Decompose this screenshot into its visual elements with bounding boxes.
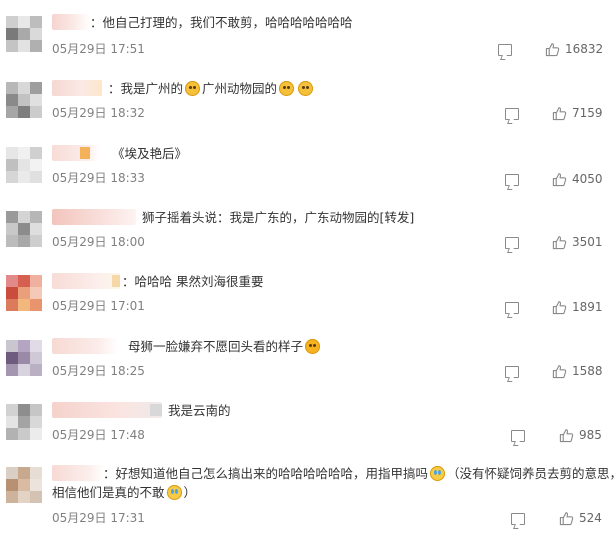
tears-of-joy-emoji [430, 466, 446, 481]
comment-time: 05月29日 17:48 [52, 428, 145, 442]
comment-text-line2: 相信他们是真的不敢 ） [52, 484, 196, 502]
like-button[interactable]: 4050 [552, 171, 603, 187]
like-button[interactable]: 7159 [552, 105, 603, 121]
comment-text: ：好想知道他自己怎么搞出来的哈哈哈哈哈哈，用指甲搞吗 （没有怀疑饲养员去剪的意思， [103, 465, 614, 483]
avatar[interactable] [6, 82, 42, 118]
like-button[interactable]: 16832 [545, 41, 603, 57]
comment-time: 05月29日 18:32 [52, 106, 145, 120]
username-blurred[interactable] [52, 209, 136, 225]
thumbs-up-icon [552, 172, 567, 186]
like-count: 524 [579, 511, 602, 525]
comment-icon[interactable] [505, 366, 519, 378]
username-blurred[interactable] [52, 402, 162, 418]
thumbs-up-icon [552, 364, 567, 378]
comment-icon[interactable] [505, 302, 519, 314]
like-count: 1588 [572, 364, 603, 378]
comment-time: 05月29日 17:31 [52, 511, 145, 525]
like-count: 4050 [572, 172, 603, 186]
comment-icon[interactable] [498, 44, 512, 56]
like-button[interactable]: 985 [559, 427, 602, 443]
comment-text-part: ：好想知道他自己怎么搞出来的哈哈哈哈哈哈，用指甲搞吗 [103, 466, 429, 481]
like-count: 985 [579, 428, 602, 442]
like-count: 3501 [572, 235, 603, 249]
comment-text-part: （没有怀疑饲养员去剪的意思， [447, 466, 614, 481]
username-blurred[interactable] [52, 80, 102, 96]
like-count: 1891 [572, 300, 603, 314]
comment-text: ：我是广州的 广州动物园的 [108, 80, 315, 98]
comment-icon[interactable] [511, 430, 525, 442]
dog-face-emoji [279, 81, 295, 96]
like-button[interactable]: 1891 [552, 299, 603, 315]
avatar[interactable] [6, 211, 42, 247]
comment-time: 05月29日 17:51 [52, 42, 145, 56]
comment-text: 《埃及艳后》 [112, 146, 188, 161]
comment-text-part: ） [183, 485, 197, 500]
like-button[interactable]: 3501 [552, 234, 603, 250]
thumbs-up-icon [552, 235, 567, 249]
dog-face-emoji [185, 81, 201, 96]
comment-icon[interactable] [505, 237, 519, 249]
comment-time: 05月29日 18:00 [52, 235, 145, 249]
avatar[interactable] [6, 404, 42, 440]
comment-text: ：哈哈哈 果然刘海很重要 [122, 274, 264, 289]
comment-time: 05月29日 17:01 [52, 299, 145, 313]
thumbs-up-icon [559, 428, 574, 442]
comment-text-part: ：我是广州的 [108, 81, 184, 96]
comment-time: 05月29日 18:33 [52, 171, 145, 185]
thumbs-up-icon [552, 106, 567, 120]
comment-text-part: 母狮一脸嫌弃不愿回头看的样子 [128, 339, 304, 354]
comment-icon[interactable] [505, 174, 519, 186]
comment-text-part: 广州动物园的 [202, 81, 278, 96]
laughing-emoji [305, 339, 321, 354]
thumbs-up-icon [545, 42, 560, 56]
username-blurred[interactable] [52, 273, 120, 289]
comment-text: 狮子摇着头说：我是广东的，广东动物园的[转发] [142, 210, 415, 225]
like-count: 16832 [565, 42, 604, 56]
thumbs-up-icon [559, 511, 574, 525]
avatar[interactable] [6, 275, 42, 311]
dog-face-emoji [298, 81, 314, 96]
thumbs-up-icon [552, 300, 567, 314]
comment-icon[interactable] [505, 108, 519, 120]
username-blurred[interactable] [52, 14, 90, 30]
avatar[interactable] [6, 16, 42, 52]
comment-text-part: 相信他们是真的不敢 [52, 485, 165, 500]
comment-text: 我是云南的 [168, 403, 231, 418]
like-count: 7159 [572, 106, 603, 120]
comment-time: 05月29日 18:25 [52, 364, 145, 378]
comment-text: 母狮一脸嫌弃不愿回头看的样子 [128, 338, 322, 356]
username-blurred[interactable] [52, 145, 100, 161]
tears-of-joy-emoji [166, 485, 182, 500]
avatar[interactable] [6, 340, 42, 376]
like-button[interactable]: 524 [559, 510, 602, 526]
like-button[interactable]: 1588 [552, 363, 603, 379]
avatar[interactable] [6, 467, 42, 503]
comment-icon[interactable] [511, 513, 525, 525]
username-blurred[interactable] [52, 338, 118, 354]
comment-text: ：他自己打理的，我们不敢剪，哈哈哈哈哈哈哈 [90, 15, 353, 30]
avatar[interactable] [6, 147, 42, 183]
username-blurred[interactable] [52, 465, 104, 481]
